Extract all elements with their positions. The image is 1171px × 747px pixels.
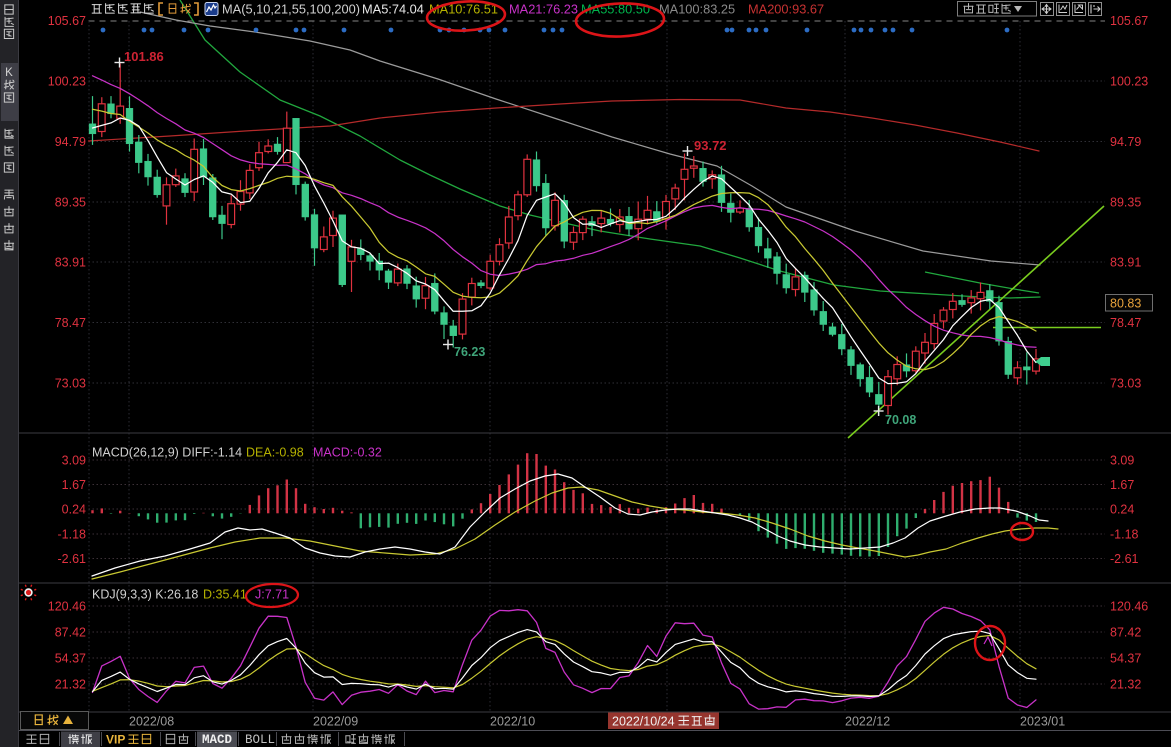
svg-text:MA21:76.23: MA21:76.23 <box>509 2 578 17</box>
svg-text:89.35: 89.35 <box>1110 196 1141 210</box>
svg-text:2022/08: 2022/08 <box>129 715 174 729</box>
svg-text:94.79: 94.79 <box>55 135 86 149</box>
svg-text:3.09: 3.09 <box>62 454 86 468</box>
svg-text:73.03: 73.03 <box>55 377 86 391</box>
svg-text:-1.18: -1.18 <box>58 528 87 542</box>
svg-text:21.32: 21.32 <box>55 678 86 692</box>
svg-text:0.24: 0.24 <box>1110 503 1134 517</box>
svg-text:87.42: 87.42 <box>55 626 86 640</box>
svg-text:120.46: 120.46 <box>1110 600 1148 614</box>
svg-text:89.35: 89.35 <box>55 196 86 210</box>
svg-text:73.03: 73.03 <box>1110 377 1141 391</box>
svg-text:70.08: 70.08 <box>885 413 916 427</box>
svg-text:3.09: 3.09 <box>1110 454 1134 468</box>
svg-text:78.47: 78.47 <box>1110 316 1141 330</box>
svg-text:21.32: 21.32 <box>1110 678 1141 692</box>
svg-text:BOLL: BOLL <box>245 733 275 747</box>
svg-text:2023/01: 2023/01 <box>1020 715 1065 729</box>
svg-text:MACD: MACD <box>202 733 233 747</box>
svg-text:105.67: 105.67 <box>1110 14 1148 28</box>
svg-text:KDJ(9,3,3) K:26.18: KDJ(9,3,3) K:26.18 <box>92 588 198 602</box>
svg-text:MACD:-0.32: MACD:-0.32 <box>313 446 382 460</box>
svg-text:2022/12: 2022/12 <box>845 715 890 729</box>
svg-text:0.24: 0.24 <box>62 503 86 517</box>
svg-text:MACD(26,12,9) DIFF:-1.14: MACD(26,12,9) DIFF:-1.14 <box>92 446 242 460</box>
svg-text:83.91: 83.91 <box>1110 256 1141 270</box>
svg-text:83.91: 83.91 <box>55 256 86 270</box>
svg-text:93.72: 93.72 <box>694 138 727 153</box>
svg-text:80.83: 80.83 <box>1110 297 1141 311</box>
svg-text:J:7.71: J:7.71 <box>255 588 289 602</box>
svg-text:MA200:93.67: MA200:93.67 <box>748 2 824 17</box>
svg-text:VIP: VIP <box>106 733 125 747</box>
svg-text:105.67: 105.67 <box>48 14 86 28</box>
svg-text:K: K <box>5 67 13 79</box>
svg-text:-1.18: -1.18 <box>1110 528 1139 542</box>
svg-text:1.67: 1.67 <box>1110 478 1134 492</box>
svg-text:100.23: 100.23 <box>48 75 86 89</box>
svg-text:MA5:74.04: MA5:74.04 <box>362 2 424 17</box>
svg-text:76.23: 76.23 <box>454 345 485 359</box>
svg-text:100.23: 100.23 <box>1110 75 1148 89</box>
svg-text:78.47: 78.47 <box>55 316 86 330</box>
svg-text:-2.61: -2.61 <box>1110 552 1139 566</box>
svg-text:54.37: 54.37 <box>1110 652 1141 666</box>
svg-text:120.46: 120.46 <box>48 600 86 614</box>
svg-text:DEA:-0.98: DEA:-0.98 <box>246 446 304 460</box>
svg-text:MA100:83.25: MA100:83.25 <box>659 2 735 17</box>
svg-text:87.42: 87.42 <box>1110 626 1141 640</box>
svg-text:2022/10: 2022/10 <box>490 715 535 729</box>
svg-text:54.37: 54.37 <box>55 652 86 666</box>
svg-text:-2.61: -2.61 <box>58 552 87 566</box>
svg-text:94.79: 94.79 <box>1110 135 1141 149</box>
svg-text:D:35.41: D:35.41 <box>203 588 247 602</box>
svg-text:2022/09: 2022/09 <box>313 715 358 729</box>
svg-text:1.67: 1.67 <box>62 478 86 492</box>
svg-text:2022/10/24: 2022/10/24 <box>612 715 675 729</box>
svg-text:101.86: 101.86 <box>124 49 164 64</box>
svg-text:MA(5,10,21,55,100,200): MA(5,10,21,55,100,200) <box>222 2 360 17</box>
